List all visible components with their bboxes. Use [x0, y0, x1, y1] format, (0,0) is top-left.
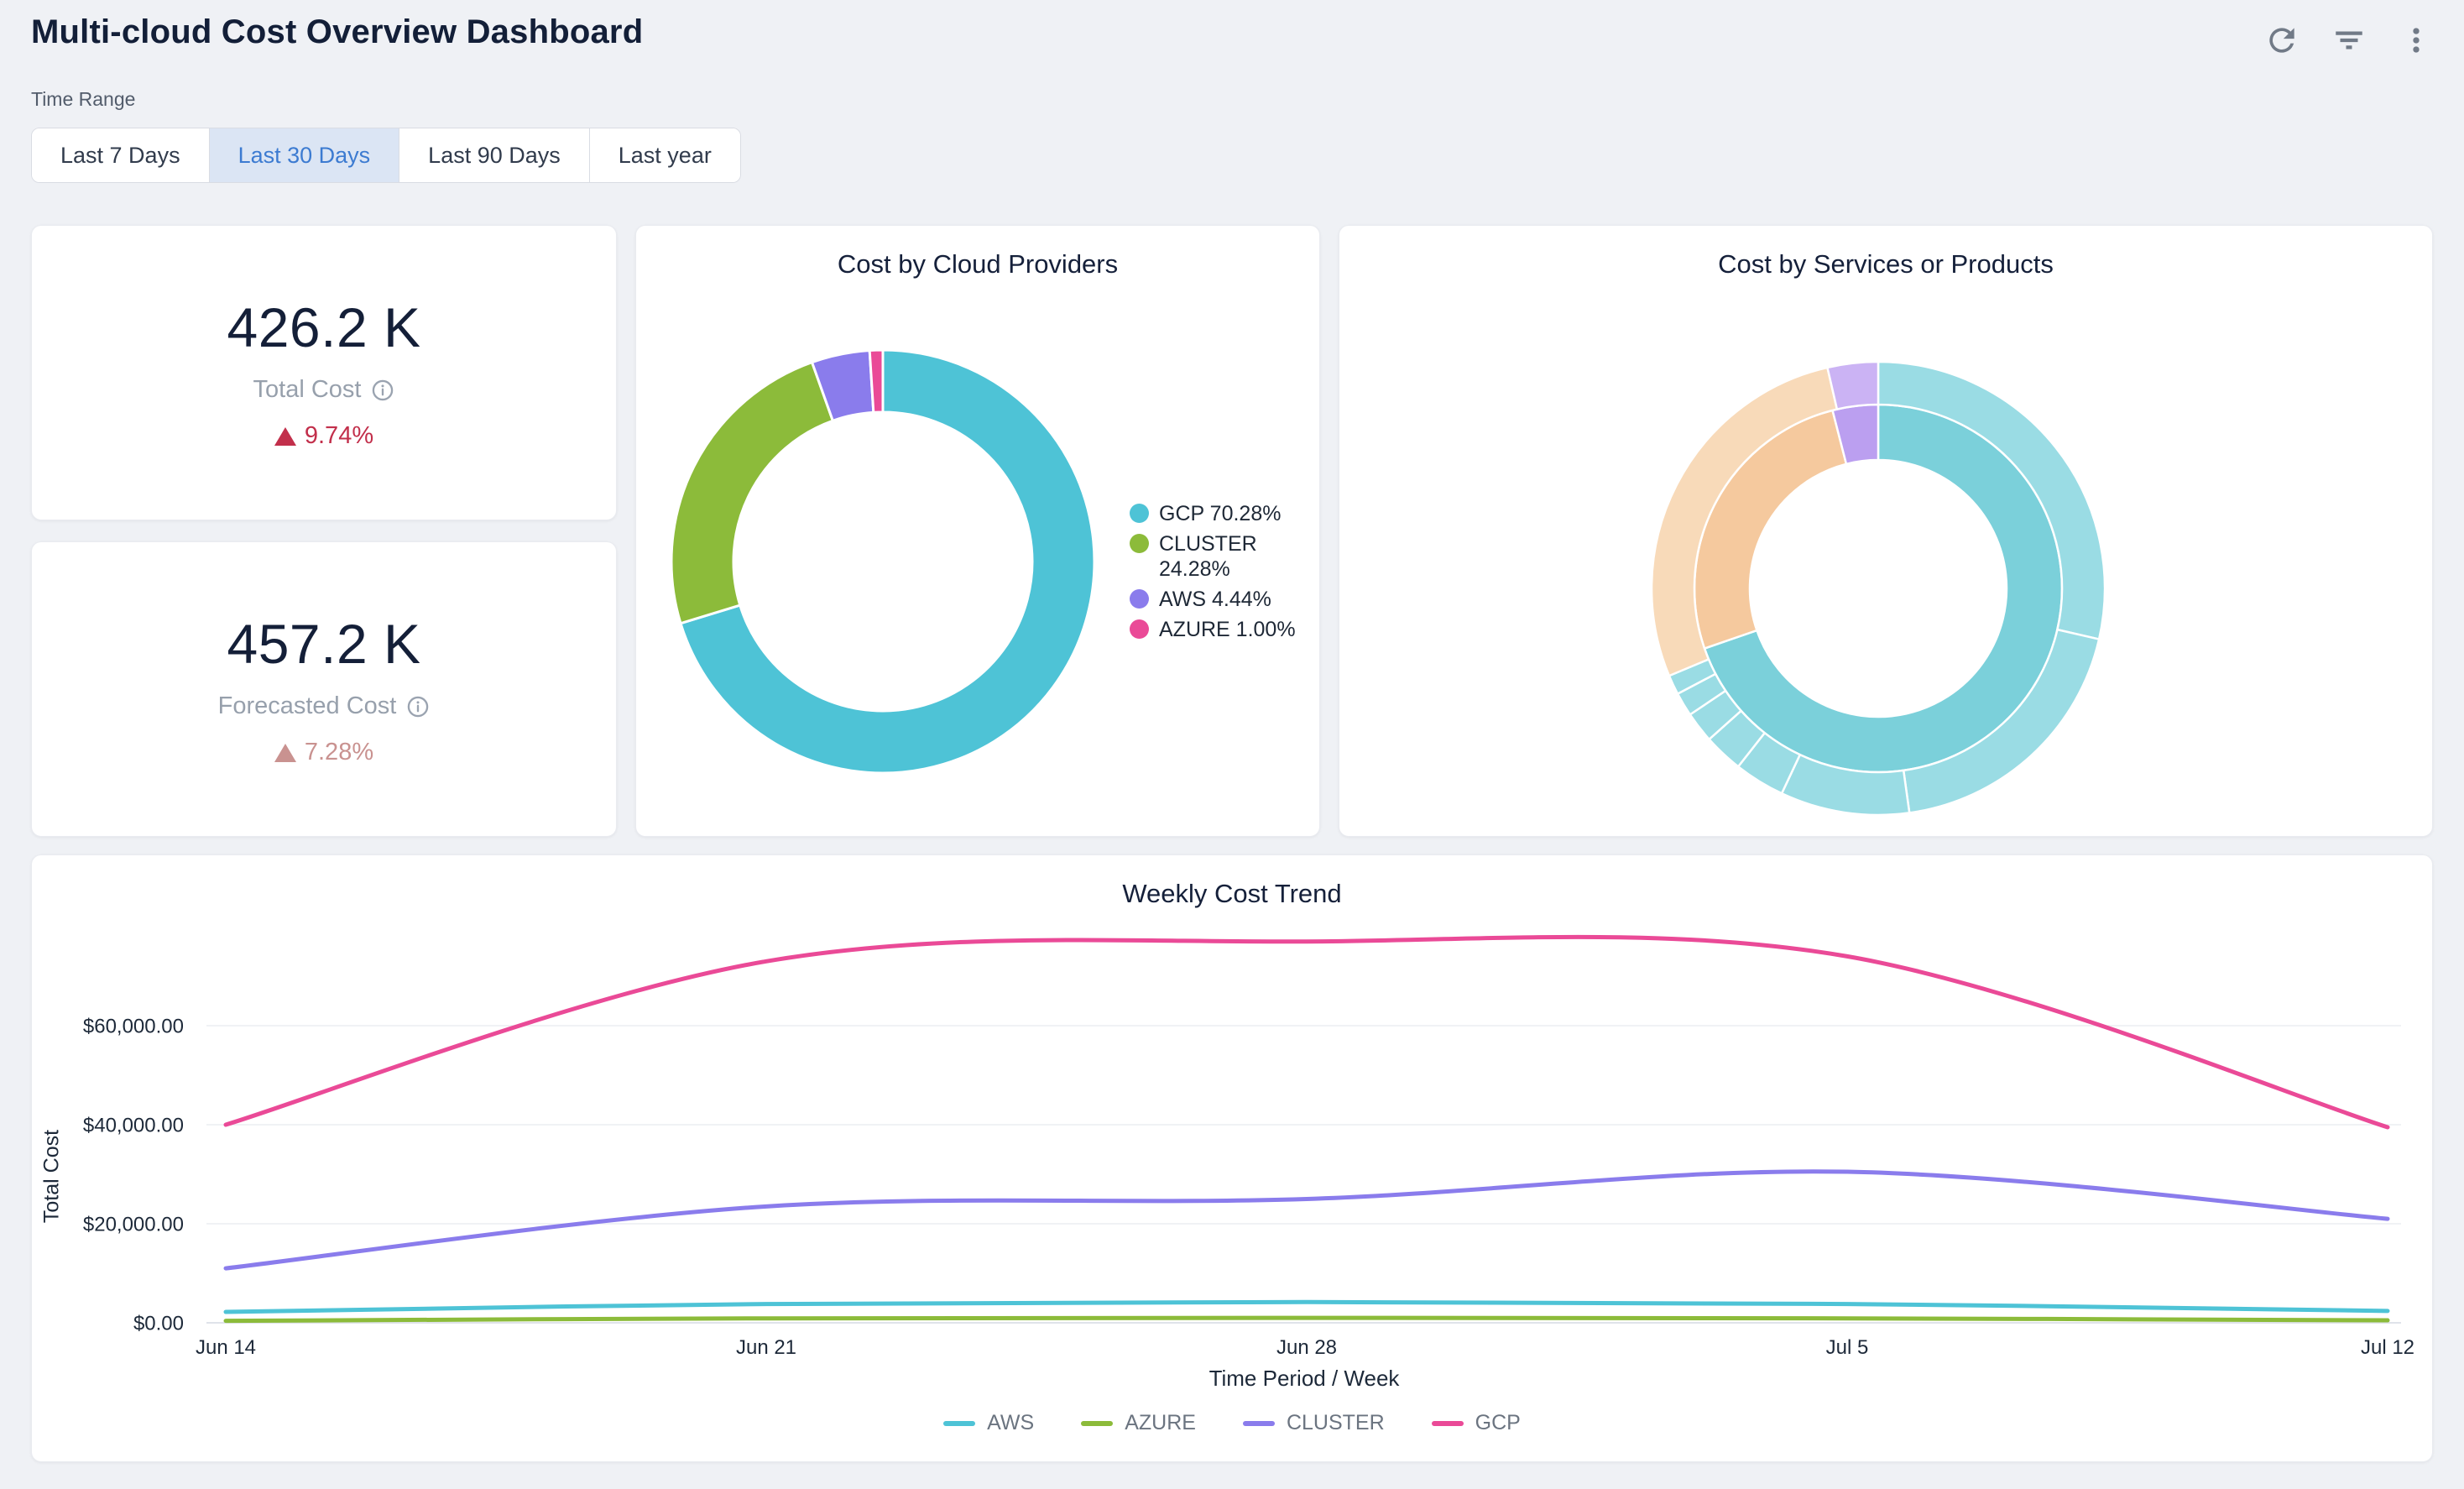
time-range-option-last-30-days[interactable]: Last 30 Days	[210, 128, 400, 182]
total-cost-card: 426.2 K Total Cost 9.74%	[31, 225, 617, 520]
series-line-cluster[interactable]	[226, 1172, 2388, 1268]
y-tick-label: $40,000.00	[83, 1114, 184, 1136]
weekly-cost-trend-card: Weekly Cost Trend Total Cost $0.00$20,00…	[31, 854, 2433, 1462]
forecasted-cost-card: 457.2 K Forecasted Cost 7.28%	[31, 541, 617, 837]
filter-icon[interactable]	[2330, 21, 2368, 60]
kebab-menu-icon[interactable]	[2397, 21, 2435, 60]
info-icon[interactable]	[371, 379, 394, 402]
trend-legend: AWS AZURE CLUSTER GCP	[32, 1411, 2432, 1435]
page-title: Multi-cloud Cost Overview Dashboard	[31, 13, 643, 51]
x-tick-label: Jun 28	[1276, 1336, 1337, 1359]
legend-line-icon	[1432, 1421, 1464, 1426]
legend-label: GCP	[1475, 1411, 1521, 1435]
y-tick-label: $0.00	[133, 1312, 184, 1335]
time-range-label: Time Range	[31, 88, 135, 111]
services-sunburst-chart[interactable]	[1339, 226, 2434, 838]
forecasted-cost-value: 457.2 K	[227, 612, 420, 676]
total-cost-delta: 9.74%	[305, 422, 373, 450]
x-tick-label: Jun 14	[196, 1336, 256, 1359]
time-range-option-last-7-days[interactable]: Last 7 Days	[32, 128, 210, 182]
legend-dot-icon	[1130, 504, 1149, 523]
donut-legend-item-azure[interactable]: AZURE 1.00%	[1130, 617, 1310, 642]
legend-line-icon	[943, 1421, 975, 1426]
legend-dot-icon	[1130, 619, 1149, 639]
donut-legend-item-aws[interactable]: AWS 4.44%	[1130, 587, 1310, 612]
cost-by-providers-card: Cost by Cloud Providers GCP 70.28%CLUSTE…	[635, 225, 1320, 837]
pie-slice[interactable]	[671, 363, 833, 624]
legend-label: AWS	[987, 1411, 1034, 1435]
y-tick-label: $20,000.00	[83, 1213, 184, 1236]
page-header: Multi-cloud Cost Overview Dashboard	[31, 13, 643, 51]
x-tick-label: Jun 21	[736, 1336, 796, 1359]
x-tick-label: Jul 12	[2361, 1336, 2414, 1359]
forecasted-cost-delta: 7.28%	[305, 739, 373, 766]
x-tick-label: Jul 5	[1826, 1336, 1869, 1359]
series-line-gcp[interactable]	[226, 937, 2388, 1127]
trend-legend-item-gcp[interactable]: GCP	[1432, 1411, 1521, 1435]
legend-label: AWS 4.44%	[1159, 587, 1271, 612]
total-cost-label: Total Cost	[253, 376, 362, 404]
total-cost-value: 426.2 K	[227, 295, 420, 359]
header-actions	[2263, 21, 2435, 60]
legend-label: CLUSTER	[1287, 1411, 1385, 1435]
trend-legend-item-azure[interactable]: AZURE	[1081, 1411, 1196, 1435]
time-range-option-last-year[interactable]: Last year	[590, 128, 740, 182]
donut-legend-item-gcp[interactable]: GCP 70.28%	[1130, 501, 1310, 526]
series-line-aws[interactable]	[226, 1302, 2388, 1312]
legend-line-icon	[1081, 1421, 1113, 1426]
donut-legend: GCP 70.28% CLUSTER 24.28% AWS 4.44% AZURE 1…	[1130, 501, 1310, 642]
forecasted-cost-label: Forecasted Cost	[218, 692, 397, 720]
x-axis-title: Time Period / Week	[32, 1366, 2464, 1392]
trend-legend-item-cluster[interactable]: CLUSTER	[1243, 1411, 1385, 1435]
legend-label: AZURE 1.00%	[1159, 617, 1296, 642]
legend-label: CLUSTER 24.28%	[1159, 531, 1310, 582]
legend-label: AZURE	[1125, 1411, 1196, 1435]
refresh-icon[interactable]	[2263, 21, 2301, 60]
delta-up-icon	[274, 427, 296, 446]
cost-by-services-card: Cost by Services or Products	[1339, 225, 2433, 837]
legend-label: GCP 70.28%	[1159, 501, 1281, 526]
legend-dot-icon	[1130, 589, 1149, 609]
legend-dot-icon	[1130, 534, 1149, 553]
y-tick-label: $60,000.00	[83, 1015, 184, 1037]
time-range-segmented-control: Last 7 DaysLast 30 DaysLast 90 DaysLast …	[31, 128, 741, 183]
time-range-option-last-90-days[interactable]: Last 90 Days	[399, 128, 590, 182]
series-line-azure[interactable]	[226, 1318, 2388, 1321]
info-icon[interactable]	[406, 695, 430, 718]
legend-line-icon	[1243, 1421, 1275, 1426]
delta-up-icon	[274, 744, 296, 762]
trend-legend-item-aws[interactable]: AWS	[943, 1411, 1034, 1435]
pie-slice[interactable]	[1827, 362, 1878, 410]
donut-legend-item-cluster[interactable]: CLUSTER 24.28%	[1130, 531, 1310, 582]
